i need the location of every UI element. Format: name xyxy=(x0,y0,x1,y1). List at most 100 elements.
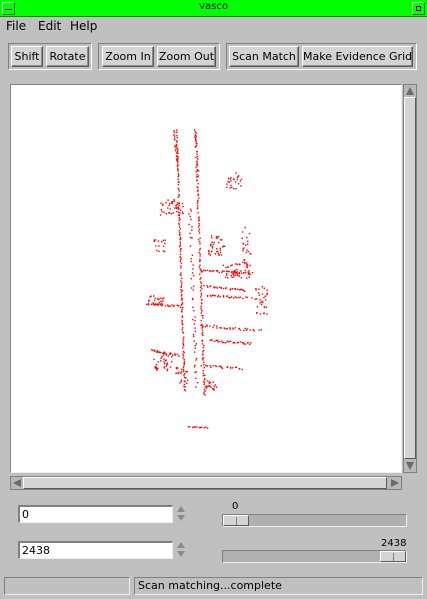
scan-point xyxy=(160,202,162,204)
scan-point xyxy=(222,264,224,267)
scan-point xyxy=(179,243,182,245)
vertical-scroll-thumb[interactable] xyxy=(404,97,416,459)
horizontal-scrollbar[interactable] xyxy=(10,476,402,490)
scan-point xyxy=(225,276,227,278)
scan-point xyxy=(213,269,215,272)
scan-point xyxy=(177,183,180,186)
scan-point xyxy=(165,202,167,204)
scan-point xyxy=(161,241,163,243)
scan-point xyxy=(246,249,248,251)
scan-point xyxy=(193,129,196,131)
scan-point xyxy=(182,347,184,349)
scan-point xyxy=(189,245,192,247)
scan-point xyxy=(213,385,215,388)
scan-point xyxy=(155,366,157,368)
scan-point xyxy=(176,203,178,206)
end-slider[interactable] xyxy=(222,550,407,563)
shift-button[interactable]: Shift xyxy=(11,46,43,67)
scan-point xyxy=(180,209,182,211)
scroll-right-icon[interactable] xyxy=(391,479,399,487)
horizontal-scroll-thumb[interactable] xyxy=(23,477,387,489)
scan-point xyxy=(184,386,186,388)
spin-up-icon[interactable] xyxy=(177,542,185,548)
scan-point xyxy=(200,269,202,271)
menu-file[interactable]: File xyxy=(6,19,26,33)
scan-point xyxy=(176,146,178,148)
scan-point xyxy=(177,168,179,171)
scan-point xyxy=(228,270,230,273)
scan-point xyxy=(178,226,181,228)
scan-point xyxy=(200,296,202,298)
scan-point xyxy=(181,294,183,296)
start-scan-spinner[interactable] xyxy=(176,505,186,523)
scan-point xyxy=(192,268,194,270)
scan-point xyxy=(230,265,232,267)
start-scan-input[interactable] xyxy=(18,505,173,523)
scan-point xyxy=(203,382,206,384)
start-slider[interactable] xyxy=(222,514,407,527)
end-slider-thumb[interactable] xyxy=(380,551,406,562)
scan-point xyxy=(202,317,204,319)
scan-point xyxy=(183,383,186,386)
scan-point xyxy=(179,238,181,241)
scan-point xyxy=(177,211,180,213)
scan-point xyxy=(198,197,200,199)
scan-point xyxy=(194,134,196,136)
scan-point xyxy=(247,250,250,253)
scan-point xyxy=(219,247,221,250)
menu-help[interactable]: Help xyxy=(70,19,97,33)
scan-point xyxy=(221,271,223,273)
scan-map-canvas[interactable] xyxy=(10,84,402,473)
rotate-button[interactable]: Rotate xyxy=(46,46,89,67)
scan-point xyxy=(156,249,158,252)
start-slider-thumb[interactable] xyxy=(223,515,249,526)
end-scan-input[interactable] xyxy=(18,541,173,559)
menu-edit[interactable]: Edit xyxy=(38,19,61,33)
scroll-up-icon[interactable] xyxy=(406,87,414,95)
scan-point xyxy=(174,146,176,148)
scan-point xyxy=(168,204,170,207)
scroll-down-icon[interactable] xyxy=(406,462,414,470)
scan-point xyxy=(197,193,199,195)
scan-point xyxy=(265,299,267,301)
zoom-out-button[interactable]: Zoom Out xyxy=(157,46,216,67)
end-scan-spinner[interactable] xyxy=(176,541,186,559)
scan-point xyxy=(177,149,179,151)
scan-point xyxy=(264,295,267,297)
scan-point xyxy=(181,299,183,301)
scan-point xyxy=(266,289,268,291)
scan-point xyxy=(197,212,199,214)
scan-point xyxy=(195,371,197,373)
vertical-scrollbar[interactable] xyxy=(403,84,417,473)
scan-point xyxy=(218,254,220,256)
scan-point xyxy=(222,246,224,248)
scan-point xyxy=(233,270,235,272)
scan-point xyxy=(215,339,217,342)
scan-point xyxy=(251,272,254,274)
scan-point xyxy=(230,340,232,342)
scan-point xyxy=(238,275,241,277)
spin-down-icon[interactable] xyxy=(177,515,185,521)
spin-down-icon[interactable] xyxy=(177,551,185,557)
spin-up-icon[interactable] xyxy=(177,506,185,512)
maximize-icon[interactable] xyxy=(412,2,425,15)
make-evidence-grid-button[interactable]: Make Evidence Grid xyxy=(302,46,413,67)
scan-point xyxy=(181,282,183,284)
scan-point xyxy=(182,353,184,355)
scan-point xyxy=(179,232,181,234)
scan-point xyxy=(242,261,244,263)
scan-point xyxy=(243,329,245,332)
scan-point xyxy=(265,306,268,308)
scan-point xyxy=(177,163,179,165)
zoom-in-button[interactable]: Zoom In xyxy=(102,46,154,67)
scan-point xyxy=(249,329,251,331)
scroll-left-icon[interactable] xyxy=(13,479,21,487)
scan-point xyxy=(258,329,260,331)
scan-point xyxy=(226,340,229,343)
scan-point xyxy=(179,241,181,243)
title-bar[interactable]: vasco xyxy=(0,0,427,17)
scan-point xyxy=(180,298,183,300)
scan-point xyxy=(186,382,188,384)
scan-point xyxy=(164,363,166,365)
scan-match-button[interactable]: Scan Match xyxy=(229,46,299,67)
